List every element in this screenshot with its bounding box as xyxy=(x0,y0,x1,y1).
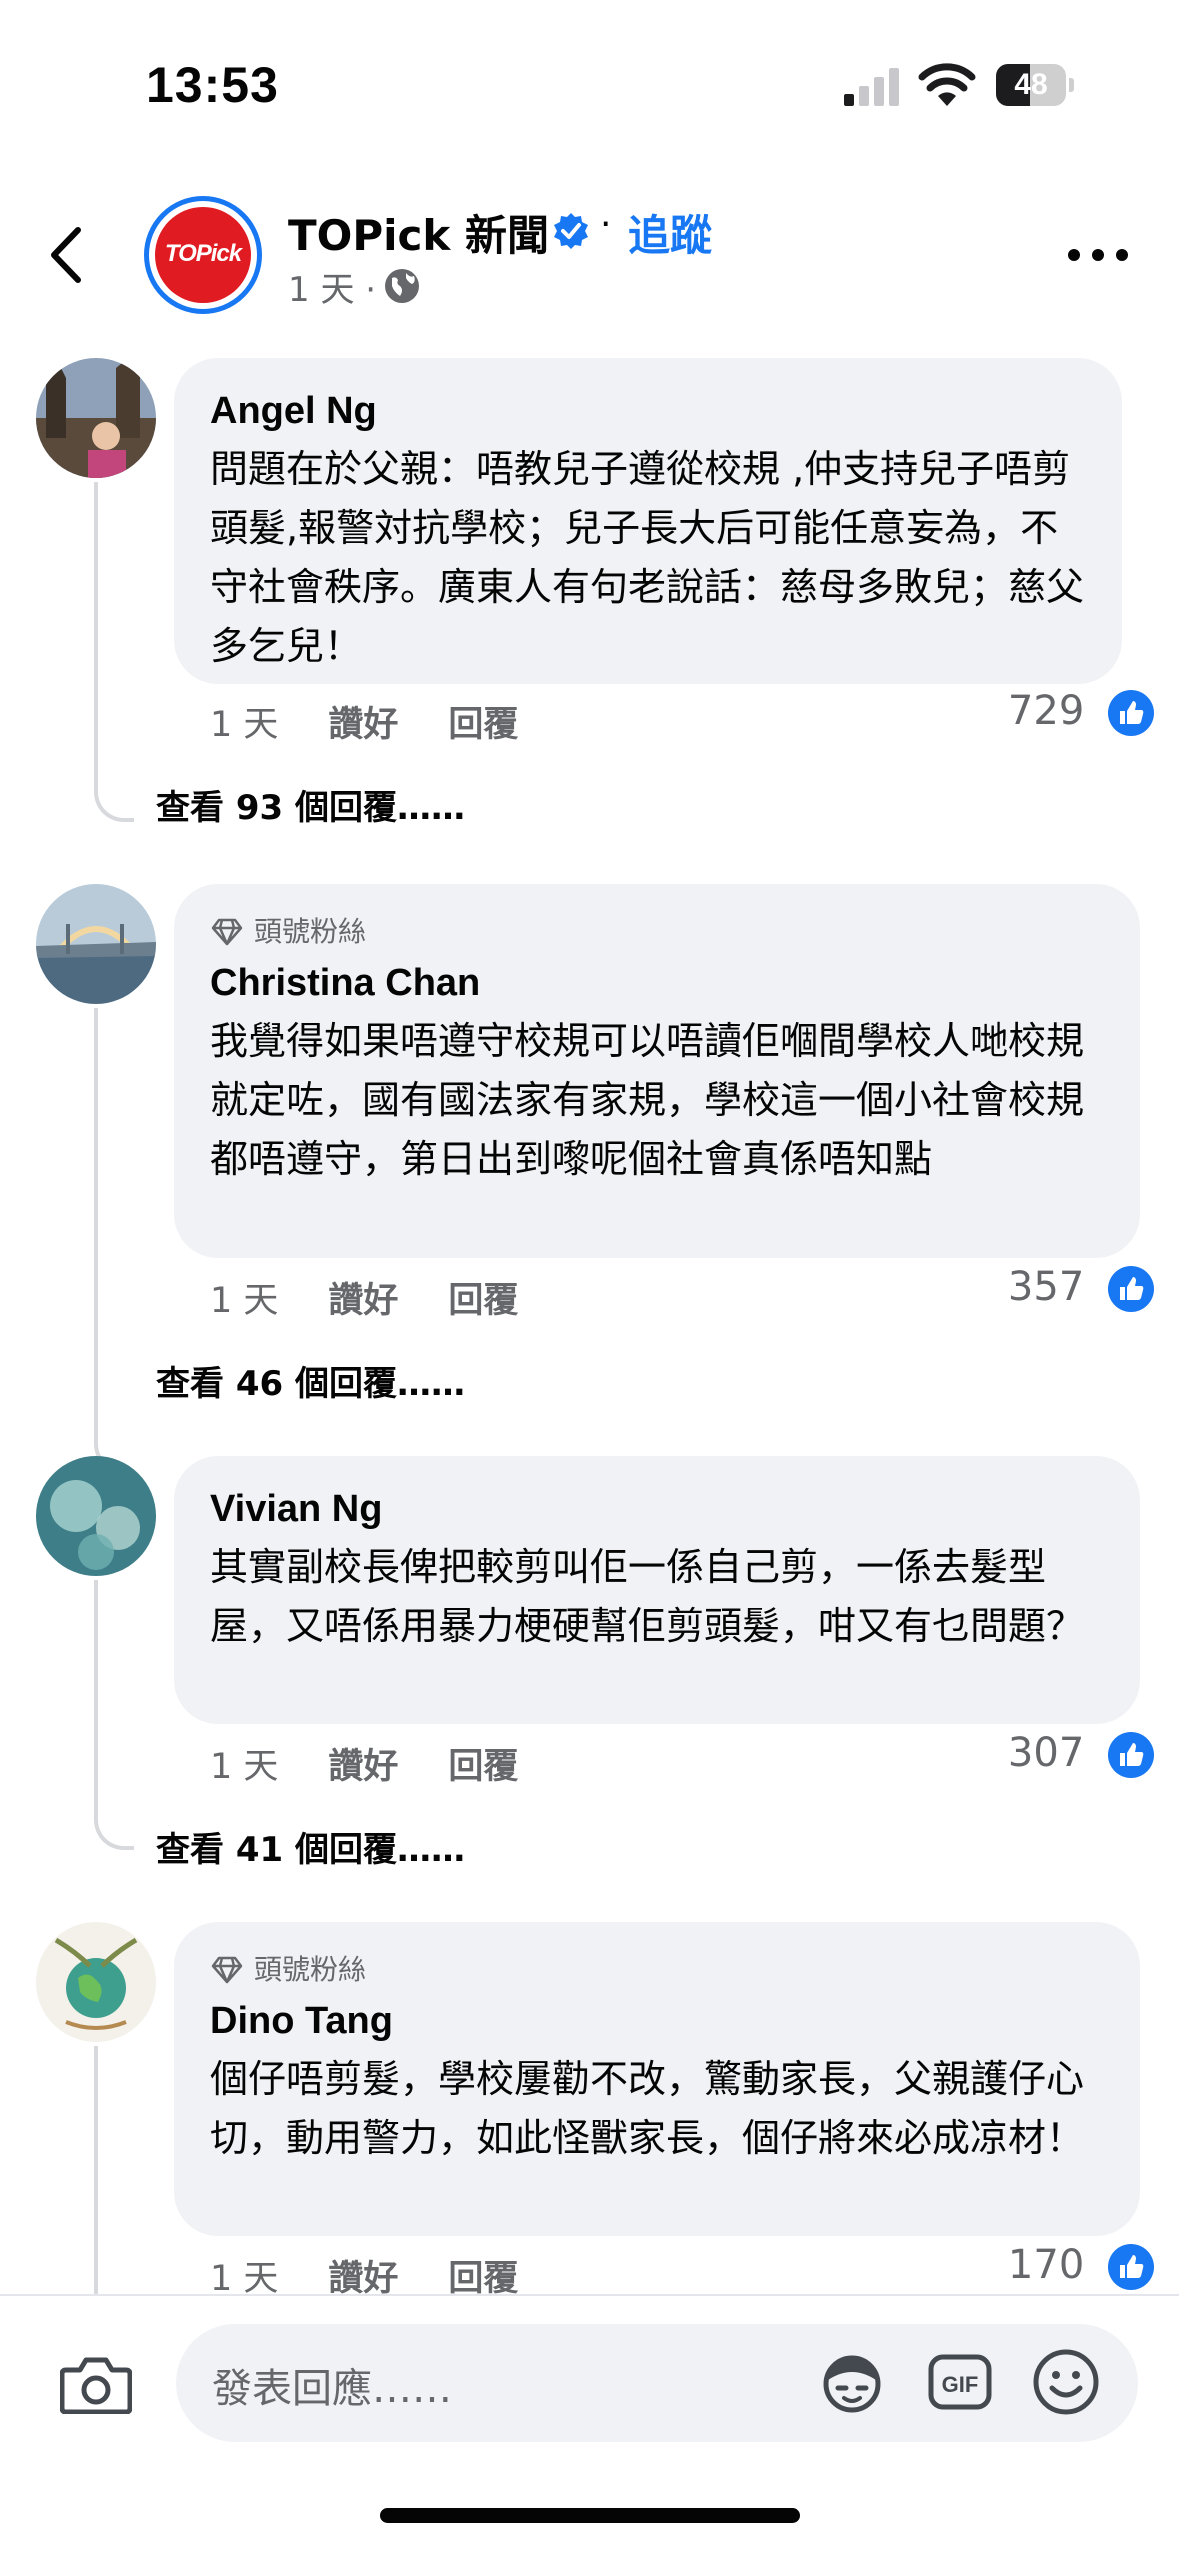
avatar-sticker-icon[interactable] xyxy=(818,2350,886,2414)
reply-button[interactable]: 回覆 xyxy=(448,696,518,747)
avatar[interactable] xyxy=(36,884,156,1004)
thumbs-up-icon xyxy=(1108,1266,1154,1312)
comment-actions: 1 天 讚好 回覆 xyxy=(210,696,568,747)
topick-logo: TOPick xyxy=(164,240,242,267)
separator-dot: · xyxy=(600,204,612,245)
like-button[interactable]: 讚好 xyxy=(328,696,398,747)
camera-icon[interactable] xyxy=(60,2354,132,2414)
comment-bubble[interactable]: 頭號粉絲 Dino Tang 個仔唔剪髮，學校屢勸不改，驚動家長，父親護仔心切，… xyxy=(174,1922,1140,2236)
gif-label: GIF xyxy=(942,2372,979,2397)
wifi-icon xyxy=(918,63,976,106)
like-count: 729 xyxy=(1007,688,1085,734)
emoji-icon[interactable] xyxy=(1032,2348,1100,2416)
comment-time: 1 天 xyxy=(210,705,279,745)
cellular-signal-icon xyxy=(844,68,899,106)
battery-icon: 48 xyxy=(996,64,1074,106)
top-fan-badge: 頭號粉絲 xyxy=(210,912,1104,952)
globe-icon xyxy=(385,269,419,303)
comment-text: 我覺得如果唔遵守校規可以唔讀佢嗰間學校人哋校規就定咗，國有國法家有家規，學校這一… xyxy=(210,1019,1085,1181)
comment-bubble[interactable]: Angel Ng 問題在於父親：唔教兒子遵從校規 ,仲支持兒子唔剪頭髮,報警対抗… xyxy=(174,358,1122,684)
view-replies-link[interactable]: 查看 41 個回覆…… xyxy=(156,1822,465,1871)
reaction-count[interactable]: 357 xyxy=(1008,1264,1155,1313)
reply-button[interactable]: 回覆 xyxy=(448,1272,518,1323)
status-time: 13:53 xyxy=(146,57,279,113)
post-age: 1 天 · xyxy=(288,270,377,310)
reaction-count[interactable]: 307 xyxy=(1008,1730,1155,1779)
comment-input[interactable]: 發表回應…… GIF xyxy=(176,2324,1138,2442)
back-arrow-icon[interactable] xyxy=(40,220,100,290)
verified-badge-icon xyxy=(554,213,588,249)
like-count: 357 xyxy=(1007,1264,1085,1310)
comment-bubble[interactable]: Vivian Ng 其實副校長俾把較剪叫佢一係自己剪，一係去髮型屋，又唔係用暴力… xyxy=(174,1456,1140,1724)
comment-actions: 1 天 讚好 回覆 xyxy=(210,1738,568,1789)
like-button[interactable]: 讚好 xyxy=(328,1272,398,1323)
reply-button[interactable]: 回覆 xyxy=(448,1738,518,1789)
like-button[interactable]: 讚好 xyxy=(328,1738,398,1789)
comment-text: 其實副校長俾把較剪叫佢一係自己剪，一係去髮型屋，又唔係用暴力梗硬幫佢剪頭髮，咁又… xyxy=(210,1545,1085,1648)
comment-bubble[interactable]: 頭號粉絲 Christina Chan 我覺得如果唔遵守校規可以唔讀佢嗰間學校人… xyxy=(174,884,1140,1258)
comment-input-placeholder: 發表回應…… xyxy=(212,2366,452,2412)
follow-button[interactable]: 追蹤 xyxy=(628,202,712,263)
comment-text: 問題在於父親：唔教兒子遵從校規 ,仲支持兒子唔剪頭髮,報警対抗學校；兒子長大后可… xyxy=(210,447,1085,668)
reaction-count[interactable]: 729 xyxy=(1008,688,1155,737)
top-fan-badge: 頭號粉絲 xyxy=(210,1950,1104,1990)
battery-percent: 48 xyxy=(1014,68,1048,101)
more-options-icon[interactable] xyxy=(1068,245,1134,265)
post-header: TOPick TOPick 新聞 · 追蹤 1 天 · xyxy=(0,190,1179,320)
badge-label: 頭號粉絲 xyxy=(254,1953,367,1986)
view-replies-link[interactable]: 查看 93 個回覆…… xyxy=(156,780,465,829)
comment-author[interactable]: Vivian Ng xyxy=(210,1484,1104,1534)
comment-author[interactable]: Angel Ng xyxy=(210,386,1086,436)
comment-author[interactable]: Christina Chan xyxy=(210,958,1104,1008)
gif-button[interactable]: GIF xyxy=(928,2352,992,2412)
thumbs-up-icon xyxy=(1108,690,1154,736)
view-replies-link[interactable]: 查看 46 個回覆…… xyxy=(156,1356,465,1405)
home-indicator[interactable] xyxy=(380,2508,800,2523)
reaction-count[interactable]: 170 xyxy=(1008,2242,1155,2291)
thumbs-up-icon xyxy=(1108,1732,1154,1778)
comment-text: 個仔唔剪髮，學校屢勸不改，驚動家長，父親護仔心切，動用警力，如此怪獸家長，個仔將… xyxy=(210,2057,1085,2160)
status-bar: 13:53 48 xyxy=(0,0,1179,160)
page-avatar[interactable]: TOPick xyxy=(144,196,262,314)
avatar[interactable] xyxy=(36,1922,156,2042)
like-count: 307 xyxy=(1007,1730,1085,1776)
badge-label: 頭號粉絲 xyxy=(254,915,367,948)
comment-author[interactable]: Dino Tang xyxy=(210,1996,1104,2046)
avatar[interactable] xyxy=(36,358,156,478)
comment-time: 1 天 xyxy=(210,1281,279,1321)
avatar[interactable] xyxy=(36,1456,156,1576)
page-name[interactable]: TOPick 新聞 xyxy=(288,202,549,263)
comment-time: 1 天 xyxy=(210,1747,279,1787)
like-count: 170 xyxy=(1007,2242,1085,2288)
comment-actions: 1 天 讚好 回覆 xyxy=(210,1272,568,1323)
thumbs-up-icon xyxy=(1108,2244,1154,2290)
comment-composer: 發表回應…… GIF xyxy=(0,2294,1179,2454)
